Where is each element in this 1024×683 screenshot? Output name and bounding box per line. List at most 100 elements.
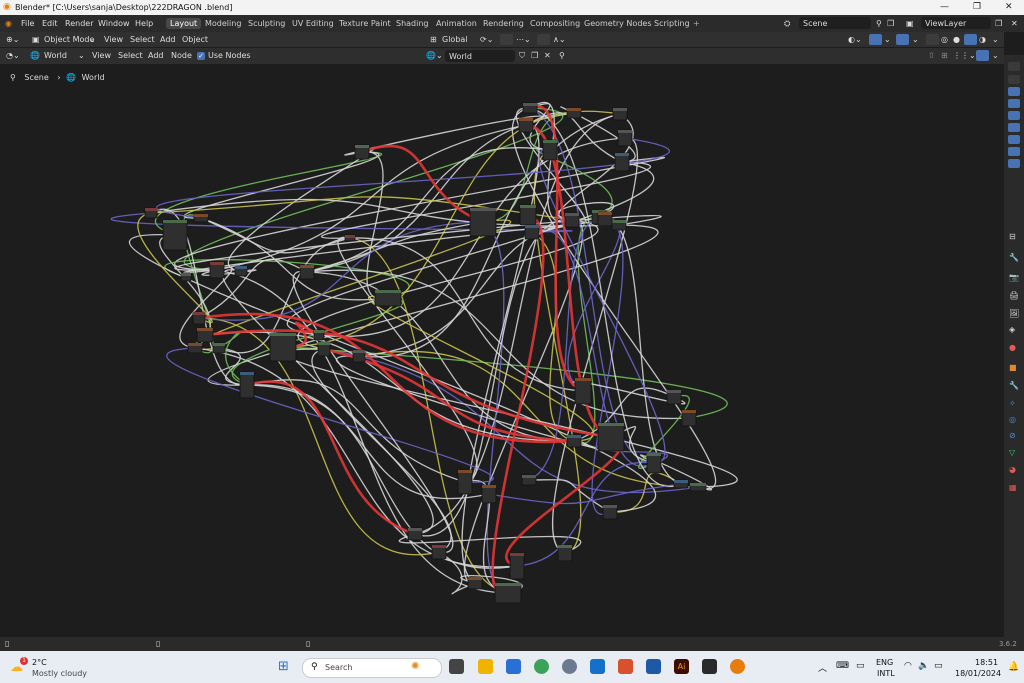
- shader-node-header[interactable]: [682, 410, 696, 413]
- shader-node-header[interactable]: [603, 505, 617, 508]
- shader-node-header[interactable]: [510, 553, 524, 556]
- breadcrumb-scene[interactable]: Scene: [24, 73, 48, 82]
- render-icon[interactable]: 📷: [1009, 273, 1019, 282]
- shader-node-header[interactable]: [163, 220, 187, 223]
- sticky-notes-icon[interactable]: [702, 659, 717, 674]
- shader-node-header[interactable]: [598, 423, 624, 426]
- shader-node-header[interactable]: [575, 378, 591, 381]
- shader-node-header[interactable]: [458, 470, 472, 473]
- breadcrumb-world[interactable]: World: [82, 73, 105, 82]
- chevron-up-icon[interactable]: ︿: [818, 661, 827, 674]
- shader-node-header[interactable]: [525, 225, 539, 228]
- language-layout[interactable]: INTL: [877, 669, 895, 678]
- keyboard-icon[interactable]: ⌨: [836, 661, 849, 671]
- viewlayer-remove-icon[interactable]: ✕: [1011, 19, 1018, 28]
- close-icon[interactable]: ✕: [1005, 2, 1013, 12]
- shader-node-header[interactable]: [690, 483, 706, 486]
- blender-taskbar-icon[interactable]: [730, 659, 745, 674]
- camera-icon[interactable]: [1008, 147, 1020, 156]
- particles-icon[interactable]: ✧: [1009, 399, 1016, 408]
- shader-node-header[interactable]: [674, 480, 688, 483]
- clock-date[interactable]: 18/01/2024: [955, 669, 1001, 678]
- constraints-icon[interactable]: ⊘: [1009, 431, 1016, 440]
- shader-node-header[interactable]: [470, 208, 496, 211]
- camera-icon[interactable]: [1008, 159, 1020, 168]
- camera-icon[interactable]: [1008, 87, 1020, 96]
- physics-icon[interactable]: ◎: [1009, 415, 1016, 424]
- camera-icon[interactable]: [1008, 111, 1020, 120]
- data-icon[interactable]: ▽: [1009, 448, 1015, 457]
- camera-icon[interactable]: [1008, 123, 1020, 132]
- shader-node-header[interactable]: [197, 328, 213, 331]
- camera-icon[interactable]: [1008, 75, 1020, 84]
- shader-node-header[interactable]: [618, 130, 632, 133]
- shader-node[interactable]: [597, 422, 625, 452]
- store-icon[interactable]: [506, 659, 521, 674]
- object-props-icon[interactable]: ■: [1009, 363, 1017, 372]
- weather-desc[interactable]: Mostly cloudy: [32, 669, 87, 678]
- shader-node-header[interactable]: [543, 140, 557, 143]
- shader-node-header[interactable]: [181, 273, 191, 276]
- shader-node-header[interactable]: [432, 545, 446, 548]
- battery-icon[interactable]: ▭: [934, 661, 943, 671]
- shader-node-header[interactable]: [355, 145, 369, 148]
- shader-node-header[interactable]: [145, 208, 157, 211]
- shader-node-header[interactable]: [613, 108, 627, 111]
- scene-props-icon[interactable]: ◈: [1009, 325, 1015, 334]
- shader-node-header[interactable]: [612, 220, 626, 223]
- tool-icon[interactable]: 🔧: [1009, 253, 1019, 262]
- shader-node[interactable]: [509, 552, 525, 580]
- shader-node-header[interactable]: [353, 350, 365, 353]
- shader-node-header[interactable]: [194, 214, 208, 217]
- shader-node-header[interactable]: [615, 153, 629, 156]
- illustrator-icon[interactable]: Ai: [674, 659, 689, 674]
- shader-node-header[interactable]: [314, 330, 324, 333]
- shader-node[interactable]: [269, 332, 297, 362]
- shader-node-header[interactable]: [210, 262, 224, 265]
- mail-icon[interactable]: [646, 659, 661, 674]
- shader-node-header[interactable]: [375, 290, 401, 293]
- shader-node-header[interactable]: [567, 435, 581, 438]
- windows-start-icon[interactable]: ⊞: [278, 659, 289, 674]
- shader-node-header[interactable]: [567, 108, 581, 111]
- output-icon[interactable]: 🖨: [1009, 291, 1019, 300]
- modifier-icon[interactable]: 🔧: [1009, 381, 1019, 390]
- shader-node-header[interactable]: [408, 528, 422, 531]
- properties-editor-icon[interactable]: ⊟: [1009, 232, 1016, 241]
- app-icon[interactable]: [618, 659, 633, 674]
- shader-node-header[interactable]: [213, 343, 225, 346]
- task-view-icon[interactable]: [449, 659, 464, 674]
- clock-time[interactable]: 18:51: [975, 658, 998, 667]
- shader-node-header[interactable]: [565, 213, 579, 216]
- shader-node[interactable]: [162, 219, 188, 251]
- shader-node-header[interactable]: [318, 342, 330, 345]
- volume-icon[interactable]: 🔈: [918, 661, 929, 671]
- shader-node-header[interactable]: [520, 205, 536, 208]
- shader-node-header[interactable]: [523, 103, 537, 106]
- view-layer-icon[interactable]: 🖼: [1009, 309, 1019, 318]
- shader-node-header[interactable]: [522, 475, 536, 478]
- shader-node-header[interactable]: [647, 453, 661, 456]
- notification-bell-icon[interactable]: 🔔: [1008, 662, 1019, 672]
- shader-node-header[interactable]: [495, 583, 521, 586]
- wifi-icon[interactable]: ◠: [904, 661, 912, 671]
- camera-icon[interactable]: [1008, 99, 1020, 108]
- shader-node-header[interactable]: [188, 343, 202, 346]
- shader-node-header[interactable]: [519, 118, 533, 121]
- material-icon[interactable]: ◕: [1009, 465, 1016, 474]
- language-code[interactable]: ENG: [876, 658, 893, 667]
- shader-node-header[interactable]: [300, 265, 314, 268]
- shader-node-header[interactable]: [482, 485, 496, 488]
- shader-node-header[interactable]: [193, 312, 205, 315]
- shader-node-header[interactable]: [667, 390, 681, 393]
- shader-node[interactable]: [469, 207, 497, 237]
- weather-temp[interactable]: 2°C: [32, 658, 47, 667]
- taskbar-search-box[interactable]: ⚲ Search ✺: [302, 658, 442, 678]
- texture-icon[interactable]: ▦: [1009, 483, 1017, 492]
- shader-node-header[interactable]: [558, 545, 572, 548]
- camera-icon[interactable]: [1008, 62, 1020, 71]
- world-props-icon[interactable]: ●: [1009, 343, 1016, 352]
- shader-node[interactable]: [457, 469, 473, 495]
- shader-node[interactable]: [574, 377, 592, 405]
- shader-node-header[interactable]: [345, 235, 355, 238]
